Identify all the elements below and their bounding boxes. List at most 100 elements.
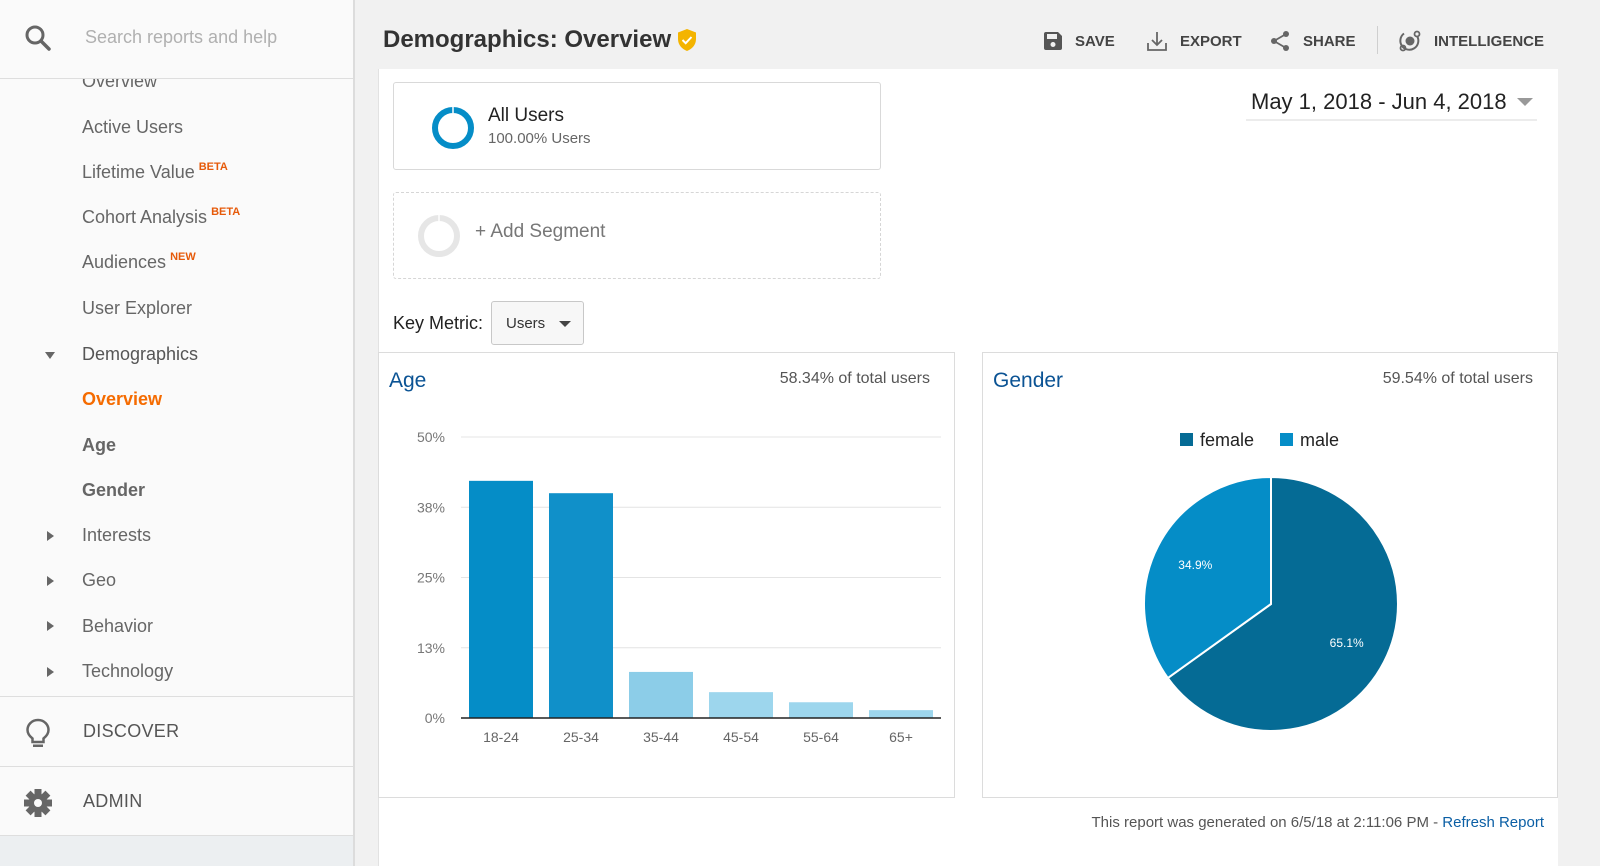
age-chart-card: 0% 13% 25% 38% 50% 18-24 25-34 35-44 45-54 55-64 6… xyxy=(378,352,955,798)
age-chart-title[interactable]: Age xyxy=(389,369,426,393)
segment-ring-icon xyxy=(432,107,474,149)
sidebar-item-technology[interactable]: Technology xyxy=(82,661,173,682)
sidebar-item-demographics[interactable]: Demographics xyxy=(82,344,198,365)
age-bar-25-34 xyxy=(549,493,613,718)
search-icon[interactable] xyxy=(24,24,52,52)
share-label: SHARE xyxy=(1303,32,1356,50)
pie-data-label: 65.1% xyxy=(1330,636,1364,650)
save-button[interactable]: SAVE xyxy=(1043,28,1115,54)
export-label: EXPORT xyxy=(1180,32,1242,50)
gear-icon xyxy=(24,789,52,817)
date-range-picker[interactable]: May 1, 2018 - Jun 4, 2018 xyxy=(1246,86,1537,121)
discover-label: DISCOVER xyxy=(83,721,180,741)
sidebar-item-demographics-overview[interactable]: Overview xyxy=(82,389,162,410)
segment-name: All Users xyxy=(488,105,565,126)
sidebar-item-behavior[interactable]: Behavior xyxy=(82,616,153,637)
sidebar-nav: Overview Active Users Lifetime Value BETA… xyxy=(0,79,353,696)
x-tick-label: 45-54 xyxy=(723,729,759,745)
download-icon xyxy=(1147,32,1167,51)
shield-check-icon xyxy=(678,29,696,51)
admin-label: ADMIN xyxy=(83,791,143,811)
gender-chart-title[interactable]: Gender xyxy=(993,369,1063,393)
share-icon xyxy=(1271,31,1289,51)
x-tick-label: 25-34 xyxy=(563,729,599,745)
sidebar-item-label: Overview xyxy=(82,389,163,409)
save-label: SAVE xyxy=(1075,32,1115,50)
caret-right-icon[interactable] xyxy=(45,531,55,541)
gender-pie-chart: female male 65.1% 34.9% xyxy=(1143,430,1399,732)
search-bar xyxy=(0,0,353,79)
sidebar-item-active-users[interactable]: Active Users xyxy=(82,117,183,138)
sidebar-item-label: Demographics xyxy=(82,344,199,364)
search-input[interactable] xyxy=(85,22,335,52)
legend-label-male: male xyxy=(1300,430,1339,450)
page-title: Demographics: Overview xyxy=(383,26,672,53)
gender-chart-card: female male 65.1% 34.9% Gender 59.54% of to… xyxy=(982,352,1558,798)
legend-label-female: female xyxy=(1200,430,1254,450)
chevron-down-icon xyxy=(1517,98,1533,106)
age-chart-subtitle: 58.34% of total users xyxy=(779,370,930,387)
empty-segment-ring-icon xyxy=(418,215,460,257)
refresh-report-link[interactable]: Refresh Report xyxy=(1442,814,1544,831)
sidebar-item-label: Gender xyxy=(82,480,146,500)
sidebar-item-label: Active Users xyxy=(82,117,184,137)
dropdown-arrow-icon xyxy=(559,321,571,327)
date-range-text: May 1, 2018 - Jun 4, 2018 xyxy=(1251,89,1507,114)
caret-right-icon[interactable] xyxy=(45,667,55,677)
sidebar-item-overview[interactable]: Overview xyxy=(82,79,157,92)
y-tick-label: 13% xyxy=(417,640,445,656)
sidebar-item-interests[interactable]: Interests xyxy=(82,525,151,546)
age-bar-35-44 xyxy=(629,671,693,718)
sidebar: Overview Active Users Lifetime ValueBETA… xyxy=(0,0,355,866)
intelligence-button[interactable]: INTELLIGENCE xyxy=(1398,28,1544,54)
toolbar-divider xyxy=(1377,26,1378,54)
age-bar-18-24 xyxy=(469,480,533,718)
sidebar-item-geo[interactable]: Geo xyxy=(82,570,116,591)
x-tick-label: 18-24 xyxy=(483,729,519,745)
sidebar-item-label: Audiences xyxy=(82,252,167,272)
sidebar-item-label: Behavior xyxy=(82,616,154,636)
generated-text: This report was generated on 6/5/18 at 2… xyxy=(1091,814,1443,831)
gender-chart-subtitle: 59.54% of total users xyxy=(1382,370,1533,387)
sidebar-discover[interactable]: DISCOVER xyxy=(0,696,353,766)
export-button[interactable]: EXPORT xyxy=(1146,28,1242,54)
caret-right-icon[interactable] xyxy=(45,576,55,586)
x-tick-label: 35-44 xyxy=(643,729,679,745)
share-button[interactable]: SHARE xyxy=(1269,28,1356,54)
sidebar-item-user-explorer[interactable]: User Explorer xyxy=(82,298,192,319)
x-tick-label: 65+ xyxy=(889,729,913,745)
y-tick-label: 38% xyxy=(417,499,445,515)
report-generated-note: This report was generated on 6/5/18 at 2… xyxy=(1092,814,1544,831)
sidebar-item-label: Technology xyxy=(82,661,174,681)
y-tick-label: 50% xyxy=(417,429,445,445)
sidebar-item-demographics-age[interactable]: Age xyxy=(82,435,116,456)
intelligence-icon xyxy=(1399,30,1421,52)
x-tick-label: 55-64 xyxy=(803,729,839,745)
add-segment-button[interactable]: + Add Segment xyxy=(393,192,881,279)
age-bar-65+ xyxy=(869,710,933,718)
sidebar-item-audiences[interactable]: Audiences NEW xyxy=(82,251,196,273)
y-tick-label: 0% xyxy=(425,710,445,726)
age-bar-55-64 xyxy=(789,702,853,718)
sidebar-item-demographics-gender[interactable]: Gender xyxy=(82,480,145,501)
pie-data-label: 34.9% xyxy=(1178,558,1212,572)
caret-right-icon[interactable] xyxy=(45,621,55,631)
caret-down-icon[interactable] xyxy=(45,350,55,360)
segment-all-users[interactable]: All Users 100.00% Users xyxy=(393,82,881,170)
sidebar-item-label: User Explorer xyxy=(82,298,193,318)
sidebar-item-label: Age xyxy=(82,435,117,455)
key-metric-select[interactable]: Users xyxy=(491,301,584,345)
add-segment-label: + Add Segment xyxy=(475,221,606,242)
legend-swatch-female xyxy=(1180,433,1193,446)
sidebar-admin[interactable]: ADMIN xyxy=(0,766,353,836)
sidebar-item-cohort-analysis[interactable]: Cohort Analysis BETA xyxy=(82,206,241,228)
key-metric-label: Key Metric: xyxy=(393,313,484,333)
intelligence-label: INTELLIGENCE xyxy=(1434,32,1545,50)
legend-swatch-male xyxy=(1280,433,1293,446)
save-icon xyxy=(1044,32,1062,50)
age-bar-45-54 xyxy=(709,692,773,718)
beta-badge: BETA xyxy=(211,206,241,218)
segment-subtitle: 100.00% Users xyxy=(488,130,591,147)
age-bar-chart: 0% 13% 25% 38% 50% 18-24 25-34 35-44 45-54 55-64 6… xyxy=(417,429,941,745)
sidebar-item-lifetime-value[interactable]: Lifetime Value BETA xyxy=(82,161,228,183)
